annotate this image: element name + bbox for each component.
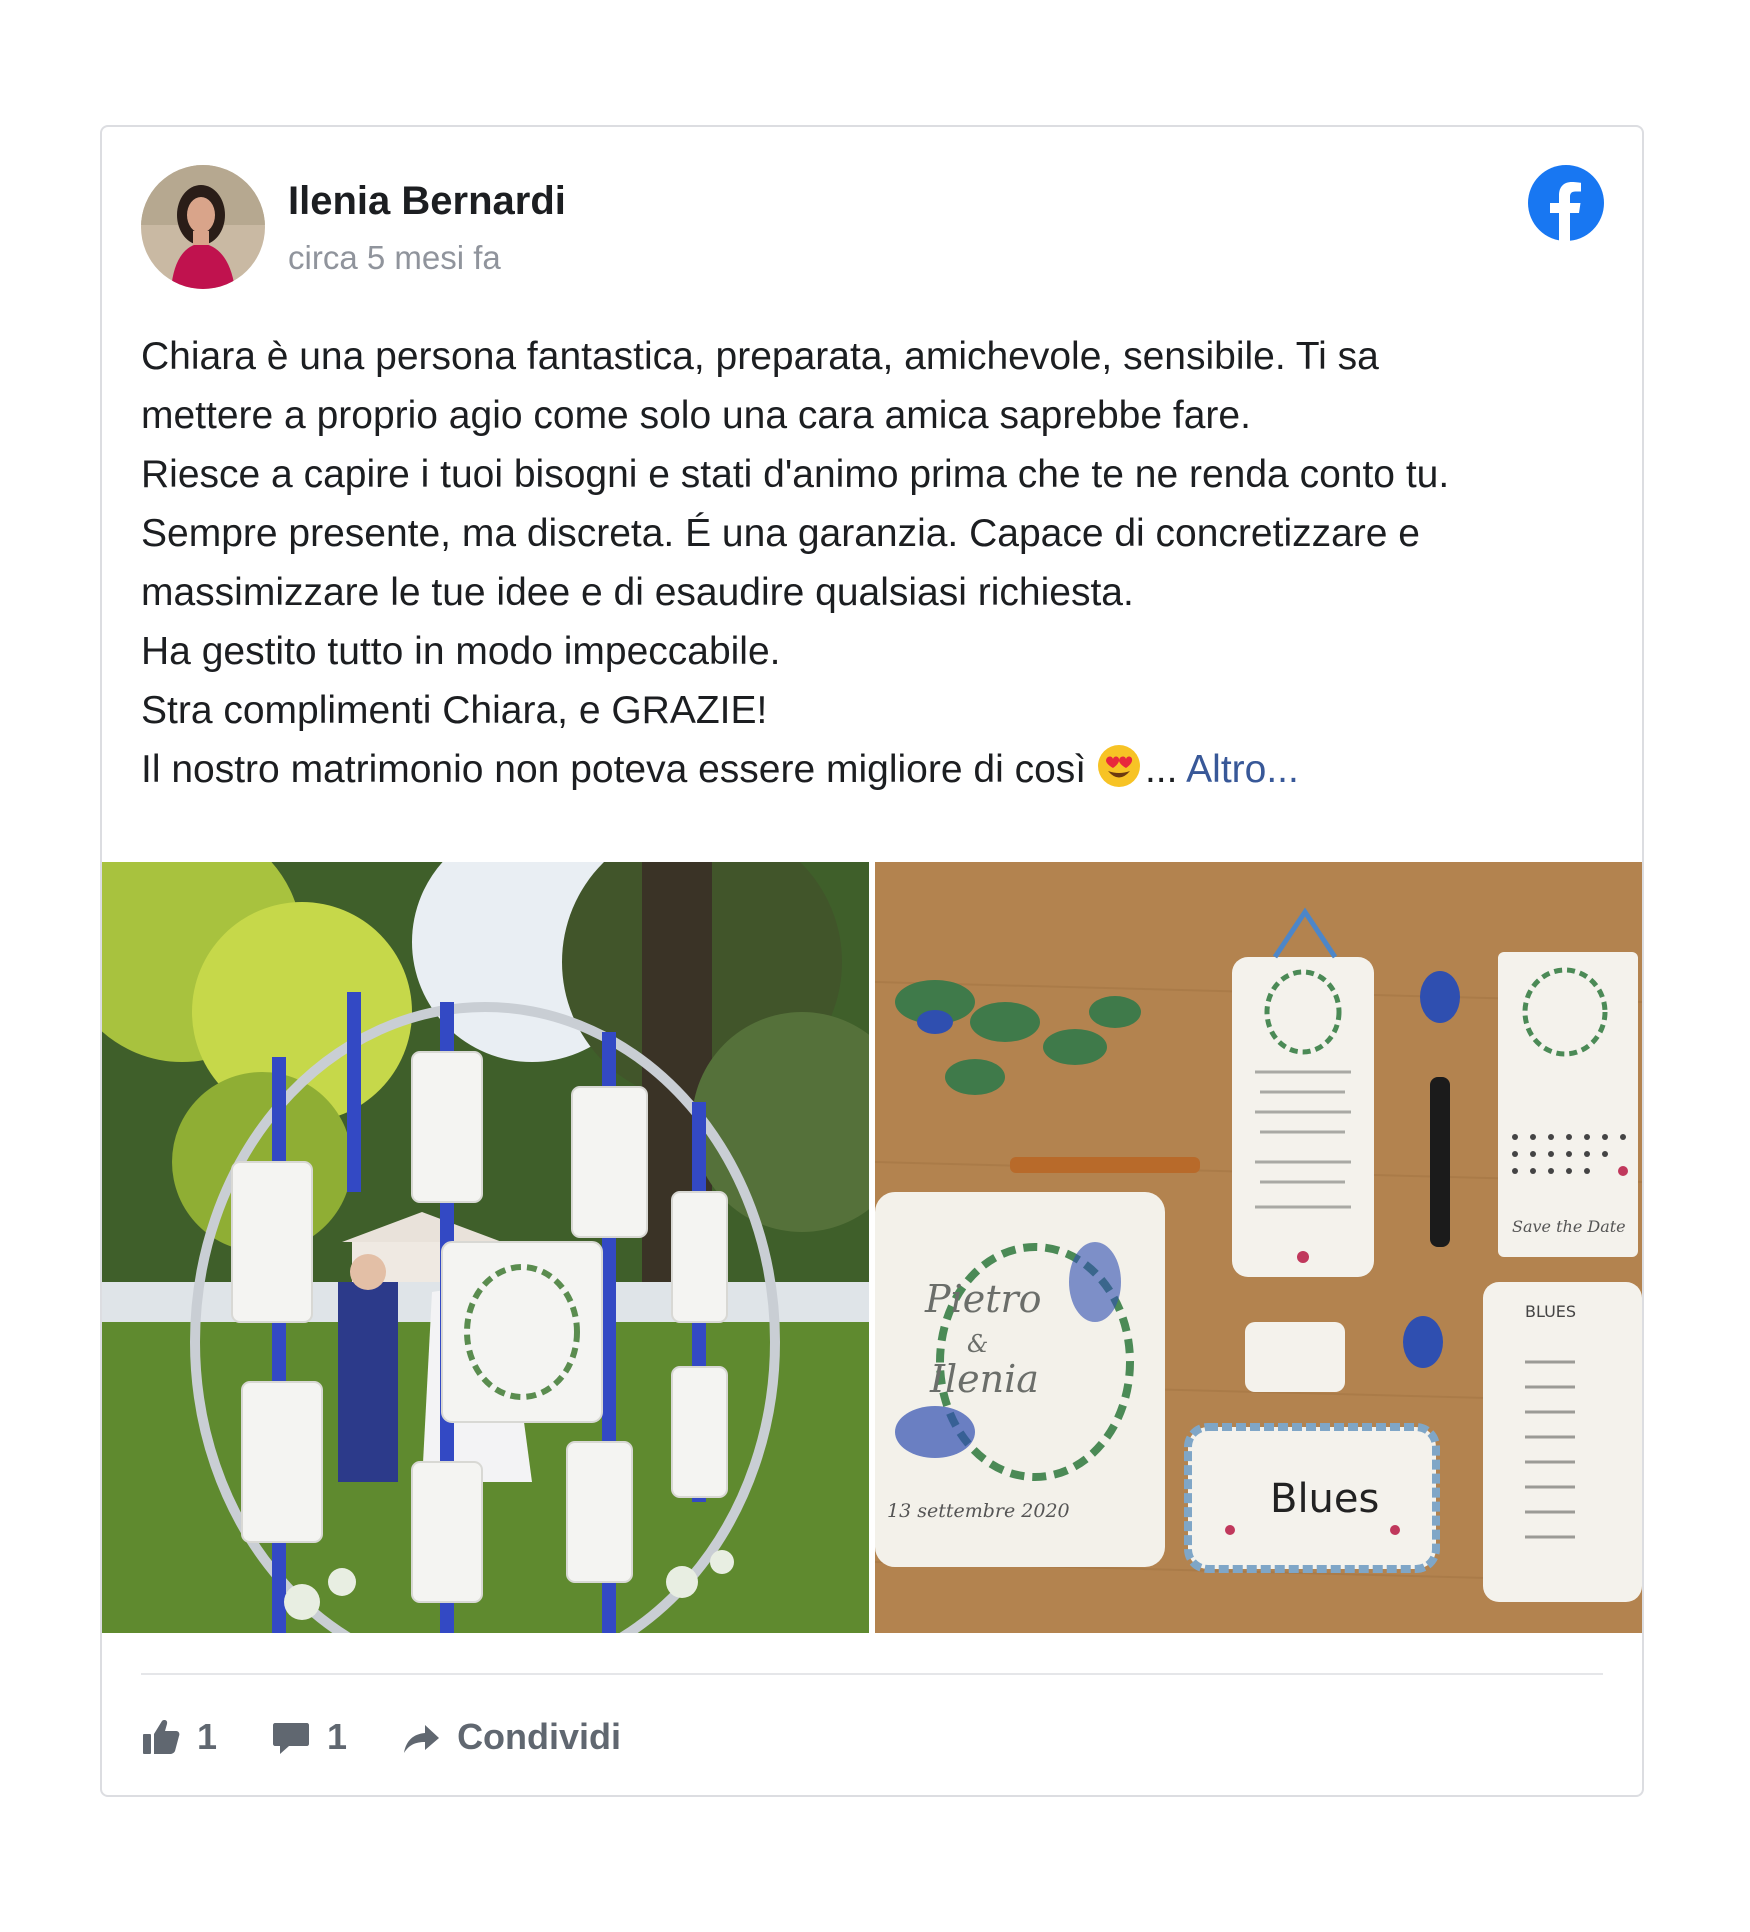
post-text-line: Il nostro matrimonio non poteva essere m…: [141, 748, 1087, 791]
author-name[interactable]: Ilenia Bernardi: [288, 179, 566, 224]
post-body: Chiara è una persona fantastica, prepara…: [141, 327, 1611, 799]
wedding-stationery-photo[interactable]: Pietro & Ilenia 13 settembre 2020 Save t…: [875, 862, 1642, 1633]
review-card: Ilenia Bernardi circa 5 mesi fa Chiara è…: [100, 125, 1644, 1797]
invite-date: 13 settembre 2020: [887, 1500, 1070, 1522]
thumbs-up-icon: [143, 1720, 180, 1754]
actions-divider: [141, 1673, 1603, 1675]
facebook-logo-icon[interactable]: [1528, 165, 1604, 241]
share-arrow-icon: [404, 1725, 440, 1753]
wedding-seating-hoop-photo[interactable]: [102, 862, 869, 1633]
like-button[interactable]: 1: [141, 1716, 217, 1758]
post-text-line: Sempre presente, ma discreta. É una gara…: [141, 512, 1421, 555]
table-list-title: BLUES: [1525, 1302, 1576, 1321]
heart-eyes-emoji-icon: [1097, 744, 1141, 788]
see-more-link[interactable]: Altro...: [1186, 748, 1299, 791]
save-the-date-text: Save the Date: [1512, 1217, 1626, 1236]
share-label: Condividi: [457, 1716, 622, 1757]
invite-name-2: Ilenia: [929, 1357, 1039, 1401]
post-text-line: Stra complimenti Chiara, e GRAZIE!: [141, 689, 768, 732]
avatar[interactable]: [141, 165, 265, 289]
post-text-line: Riesce a capire i tuoi bisogni e stati d…: [141, 453, 1450, 496]
likes-count: 1: [197, 1716, 218, 1757]
post-actions-bar: 1 1 Condividi: [141, 1707, 675, 1767]
comment-icon: [273, 1723, 310, 1754]
table-card-name: Blues: [1270, 1476, 1379, 1522]
share-button[interactable]: Condividi: [401, 1716, 621, 1758]
post-text-line: massimizzare le tue idee e di esaudire q…: [141, 571, 1134, 614]
invite-ampersand: &: [967, 1330, 988, 1358]
post-timestamp[interactable]: circa 5 mesi fa: [288, 239, 501, 277]
comment-button[interactable]: 1: [271, 1716, 347, 1758]
ellipsis: ...: [1144, 748, 1178, 791]
post-text-last-line: Il nostro matrimonio non poteva essere m…: [141, 740, 1611, 799]
photo-grid: Pietro & Ilenia 13 settembre 2020 Save t…: [102, 862, 1642, 1633]
post-text-line: mettere a proprio agio come solo una car…: [141, 394, 1251, 437]
comments-count: 1: [327, 1716, 348, 1757]
post-text-line: Chiara è una persona fantastica, prepara…: [141, 335, 1379, 378]
invite-name-1: Pietro: [924, 1277, 1042, 1321]
post-text-line: Ha gestito tutto in modo impeccabile.: [141, 630, 781, 673]
